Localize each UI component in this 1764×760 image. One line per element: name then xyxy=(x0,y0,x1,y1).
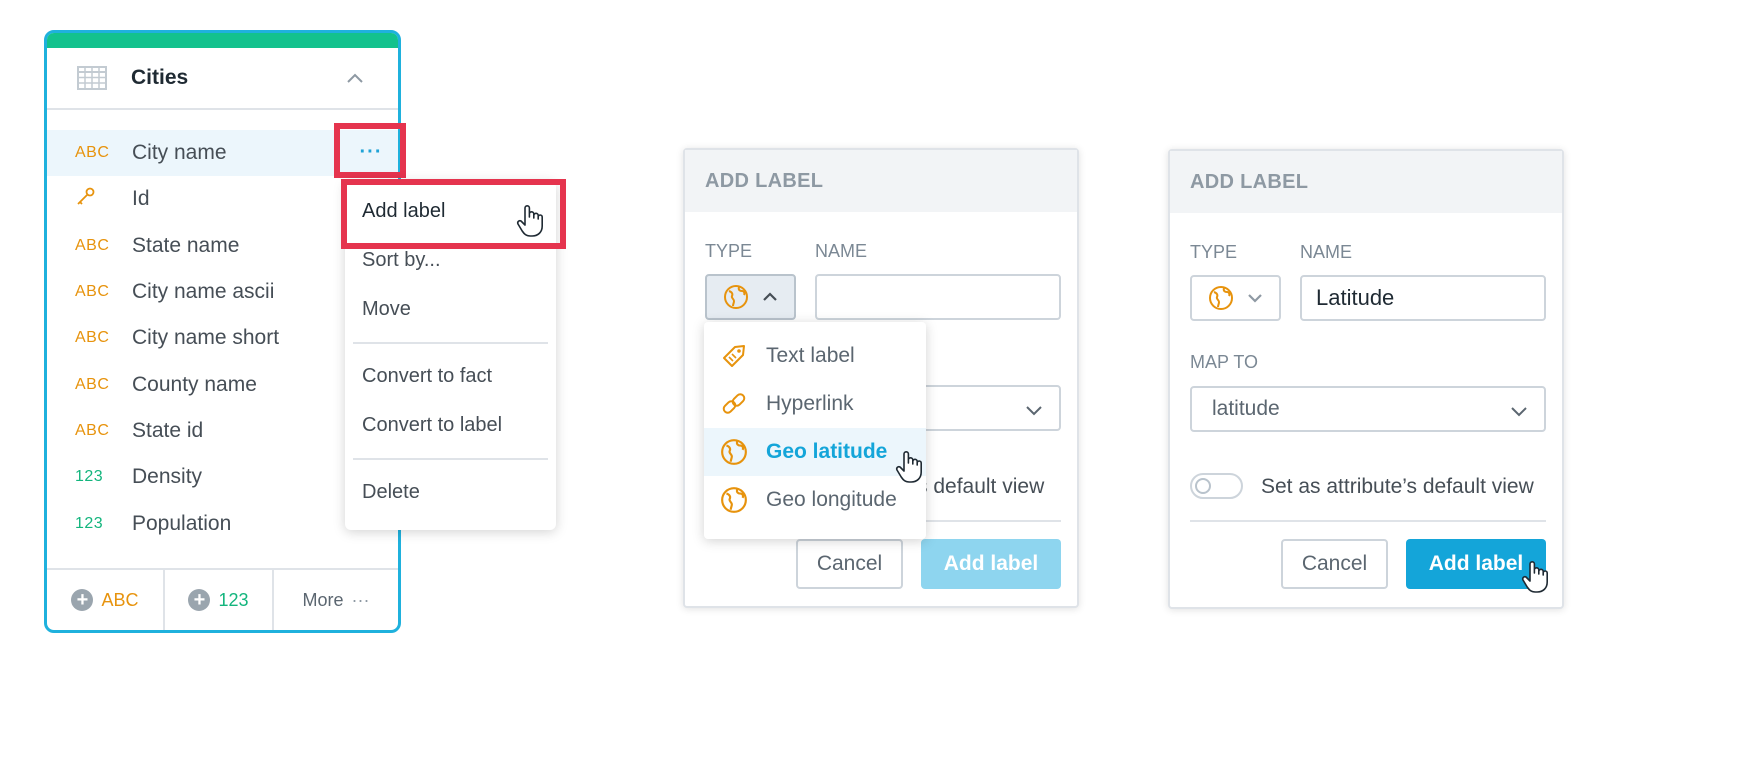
text-type-badge: ABC xyxy=(75,144,110,162)
default-view-toggle[interactable] xyxy=(1190,473,1243,499)
name-input[interactable]: Latitude xyxy=(1300,275,1546,321)
dropdown-item-label: Hyperlink xyxy=(766,392,854,415)
add-label-dialog-2: ADD LABEL TYPE NAME Latitude MAP TO lati… xyxy=(1168,149,1564,609)
text-type-badge: ABC xyxy=(75,236,110,254)
field-label: Density xyxy=(132,465,203,489)
type-label: TYPE xyxy=(705,241,753,261)
dialog-divider xyxy=(1190,520,1546,522)
map-to-select[interactable]: latitude xyxy=(1190,386,1546,432)
add-fact-button[interactable]: + 123 xyxy=(165,570,274,630)
map-to-value: latitude xyxy=(1212,397,1280,420)
key-type-badge xyxy=(75,186,132,213)
globe-icon xyxy=(721,487,747,513)
menu-divider xyxy=(353,342,548,344)
add-attribute-button[interactable]: + ABC xyxy=(47,570,165,630)
text-type-badge: ABC xyxy=(75,329,110,347)
chevron-up-icon xyxy=(762,292,777,301)
map-to-label: MAP TO xyxy=(1190,352,1259,372)
add-attribute-label: ABC xyxy=(101,589,139,610)
text-type-badge: ABC xyxy=(75,283,110,301)
name-input[interactable] xyxy=(815,274,1061,320)
field-label: State name xyxy=(132,233,240,257)
field-label: City name ascii xyxy=(132,280,275,304)
name-label: NAME xyxy=(1300,242,1353,262)
toggle-knob xyxy=(1195,478,1211,494)
menu-item-move[interactable]: Move xyxy=(345,285,556,334)
more-label: More xyxy=(302,589,344,610)
text-type-badge: ABC xyxy=(75,375,110,393)
card-top-bar xyxy=(47,33,398,48)
field-label: City name short xyxy=(132,326,280,350)
default-view-text: s default view xyxy=(917,475,1045,498)
globe-icon xyxy=(1208,286,1233,310)
dialog-header: ADD LABEL xyxy=(685,150,1077,212)
hand-cursor-icon xyxy=(1521,561,1548,593)
plus-icon: + xyxy=(188,589,211,611)
field-label: City name xyxy=(132,141,227,165)
chevron-down-icon xyxy=(1511,407,1527,417)
add-fact-label: 123 xyxy=(218,589,249,610)
dropdown-item-geo-longitude[interactable]: Geo longitude xyxy=(704,476,926,524)
type-dropdown: Text label Hyperlink Geo latitude Geo lo… xyxy=(704,322,926,539)
menu-item-convert-to-label[interactable]: Convert to label xyxy=(345,401,556,450)
dropdown-item-label: Geo latitude xyxy=(766,440,888,463)
highlight-box-more xyxy=(334,123,406,178)
card-header[interactable]: Cities xyxy=(47,48,398,110)
tag-icon xyxy=(723,345,745,367)
default-view-text: Set as attribute’s default view xyxy=(1261,475,1534,498)
number-type-badge: 123 xyxy=(75,514,104,532)
dropdown-item-text-label[interactable]: Text label xyxy=(704,332,926,380)
field-label: Id xyxy=(132,187,150,211)
field-label: Population xyxy=(132,511,232,535)
dropdown-item-hyperlink[interactable]: Hyperlink xyxy=(704,380,926,428)
dialog-header: ADD LABEL xyxy=(1170,151,1562,213)
link-icon xyxy=(722,393,746,414)
cancel-button[interactable]: Cancel xyxy=(796,539,903,589)
menu-divider xyxy=(353,458,548,460)
chevron-down-icon xyxy=(1247,294,1262,303)
hand-cursor-icon xyxy=(516,205,543,237)
number-type-badge: 123 xyxy=(75,468,104,486)
dropdown-item-label: Text label xyxy=(766,344,855,367)
cancel-button[interactable]: Cancel xyxy=(1281,539,1388,589)
field-label: County name xyxy=(132,372,257,396)
dropdown-item-geo-latitude[interactable]: Geo latitude xyxy=(704,428,926,476)
type-select[interactable] xyxy=(705,274,796,320)
card-footer: + ABC + 123 More ··· xyxy=(47,568,398,630)
more-dots-icon: ··· xyxy=(351,589,370,610)
key-icon xyxy=(77,187,95,205)
globe-icon xyxy=(723,285,748,309)
text-type-badge: ABC xyxy=(75,421,110,439)
more-button[interactable]: More ··· xyxy=(274,570,398,630)
name-label: NAME xyxy=(815,241,868,261)
hand-cursor-icon xyxy=(895,451,922,483)
chevron-down-icon xyxy=(1026,406,1042,416)
dropdown-item-label: Geo longitude xyxy=(766,488,897,511)
field-label: State id xyxy=(132,418,204,442)
menu-item-convert-to-fact[interactable]: Convert to fact xyxy=(345,352,556,401)
table-icon xyxy=(77,66,107,90)
chevron-up-icon[interactable] xyxy=(344,67,366,89)
type-label: TYPE xyxy=(1190,242,1238,262)
menu-item-delete[interactable]: Delete xyxy=(345,468,556,517)
dataset-title: Cities xyxy=(131,66,189,89)
add-label-button[interactable]: Add label xyxy=(921,539,1061,589)
globe-icon xyxy=(721,439,747,465)
plus-icon: + xyxy=(71,589,94,611)
type-select[interactable] xyxy=(1190,275,1281,321)
